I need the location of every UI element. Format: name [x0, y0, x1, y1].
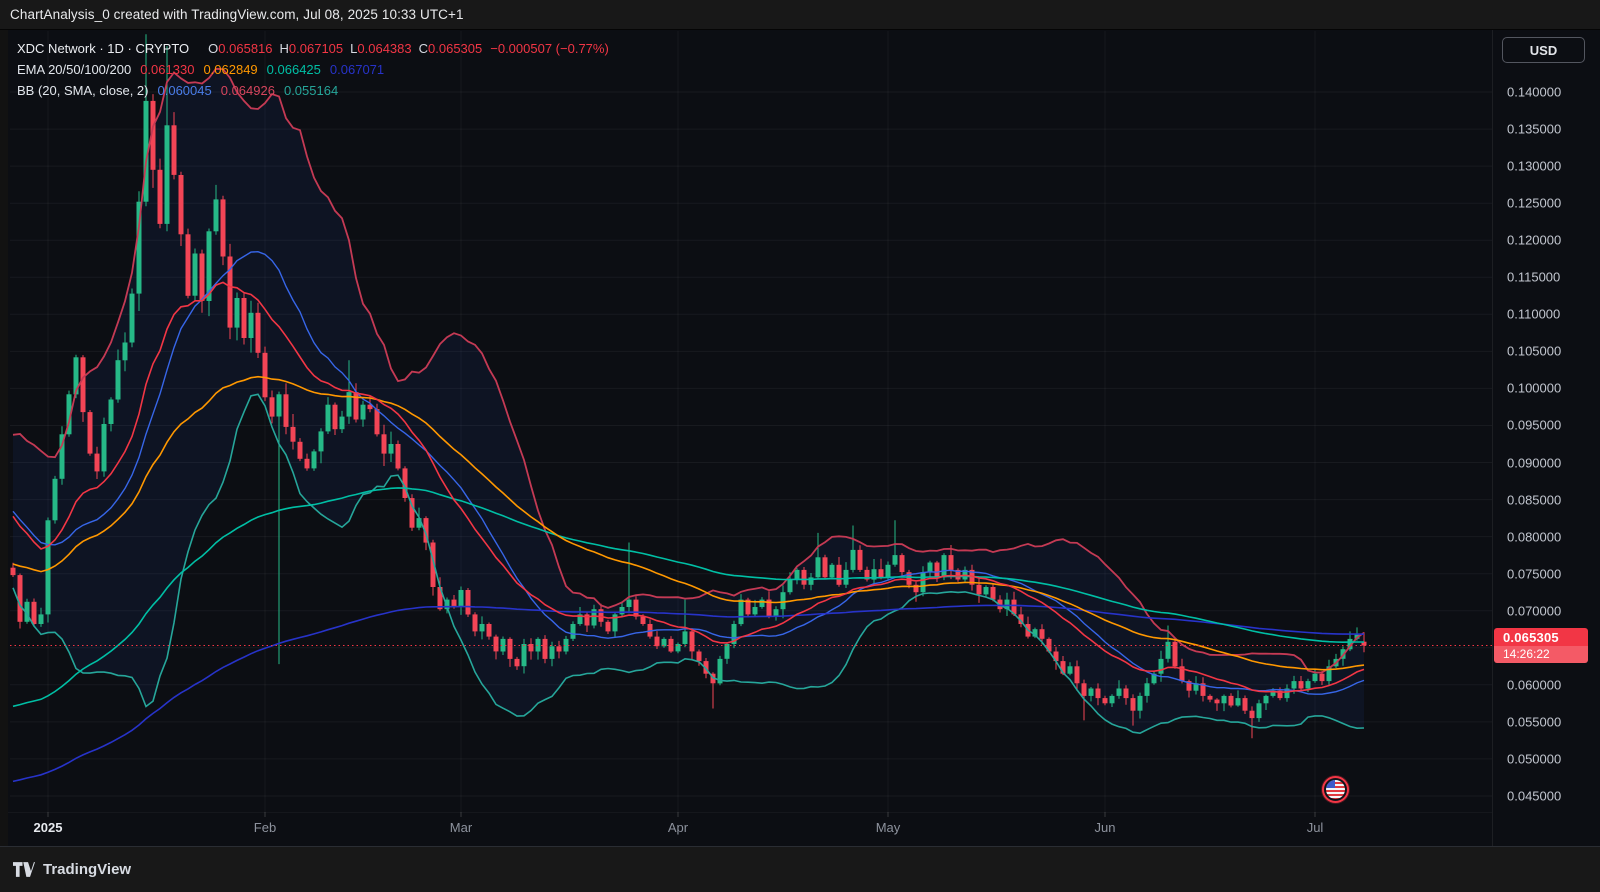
price-axis[interactable]: USD 0.140000 0.135000 0.130000 0.125000 0.12…: [1492, 30, 1600, 846]
time-axis-label: Mar: [431, 820, 491, 835]
open-label: O: [208, 41, 218, 56]
legend-panel: XDC Network · 1D · CRYPTOO0.065816H0.067…: [17, 38, 609, 101]
price-tick-label: 0.110000: [1507, 307, 1560, 322]
low-value: 0.064383: [357, 41, 411, 56]
us-flag-canton: [1326, 780, 1335, 788]
price-tick-label: 0.115000: [1507, 270, 1560, 285]
bb-value: 0.064926: [221, 83, 275, 98]
ema-indicator-label: EMA 20/50/100/200: [17, 62, 131, 77]
price-tick-label: 0.060000: [1507, 677, 1561, 692]
ema-value: 0.066425: [267, 62, 321, 77]
price-tick-label: 0.100000: [1507, 381, 1561, 396]
tradingview-logo-icon[interactable]: [13, 862, 35, 877]
plot-area: [10, 31, 1492, 812]
time-axis-label: 2025: [18, 820, 78, 835]
price-tick-label: 0.095000: [1507, 418, 1561, 433]
bb-indicator-label: BB (20, SMA, close, 2): [17, 83, 149, 98]
time-axis-label: Jun: [1075, 820, 1135, 835]
window-title-bar: ChartAnalysis_0 created with TradingView…: [0, 0, 1600, 30]
price-tick-label: 0.045000: [1507, 788, 1561, 803]
window-title: ChartAnalysis_0 created with TradingView…: [10, 7, 464, 22]
open-value: 0.065816: [218, 41, 272, 56]
time-axis-label: Feb: [235, 820, 295, 835]
time-axis-label: Apr: [648, 820, 708, 835]
close-label: C: [419, 41, 428, 56]
price-tick-label: 0.120000: [1507, 233, 1561, 248]
bb-value: 0.055164: [284, 83, 338, 98]
bar-countdown: 14:26:22: [1494, 646, 1588, 663]
bb-value: 0.060045: [158, 83, 212, 98]
price-tick-label: 0.055000: [1507, 714, 1561, 729]
price-tick-label: 0.140000: [1507, 85, 1561, 100]
bollinger-band-fill: [13, 69, 1364, 733]
price-tick-label: 0.125000: [1507, 196, 1561, 211]
price-tick-label: 0.070000: [1507, 603, 1561, 618]
price-tick-label: 0.135000: [1507, 122, 1561, 137]
time-axis-label: Jul: [1285, 820, 1345, 835]
tradingview-brand[interactable]: TradingView: [43, 861, 131, 878]
high-label: H: [280, 41, 289, 56]
footer-bar: TradingView: [0, 846, 1600, 892]
time-axis-label: May: [858, 820, 918, 835]
legend-bb-row[interactable]: BB (20, SMA, close, 2) 0.060045 0.064926 0.…: [17, 80, 609, 101]
ema-value: 0.062849: [203, 62, 257, 77]
time-axis[interactable]: 2025 Feb Mar Apr May Jun Jul: [8, 812, 1492, 846]
currency-toggle-button[interactable]: USD: [1502, 37, 1585, 63]
price-tick-label: 0.050000: [1507, 751, 1561, 766]
close-value: 0.065305: [428, 41, 482, 56]
high-value: 0.067105: [289, 41, 343, 56]
price-tick-label: 0.130000: [1507, 159, 1561, 174]
ema-value: 0.067071: [330, 62, 384, 77]
change-value: −0.000507 (−0.77%): [490, 41, 609, 56]
last-price-label: 0.065305 14:26:22: [1494, 628, 1588, 663]
ema-value: 0.061330: [140, 62, 194, 77]
price-tick-label: 0.085000: [1507, 492, 1561, 507]
price-tick-label: 0.075000: [1507, 566, 1561, 581]
us-flag-icon[interactable]: [1322, 776, 1349, 803]
last-price-value: 0.065305: [1494, 628, 1588, 646]
chart-canvas[interactable]: [0, 0, 1600, 892]
price-tick-label: 0.105000: [1507, 344, 1561, 359]
us-flag-stripes: [1326, 780, 1345, 799]
legend-ema-row[interactable]: EMA 20/50/100/200 0.061330 0.062849 0.06642…: [17, 59, 609, 80]
symbol-title: XDC Network · 1D · CRYPTO: [17, 41, 189, 56]
price-tick-label: 0.090000: [1507, 455, 1561, 470]
price-tick-label: 0.080000: [1507, 529, 1561, 544]
legend-symbol-row[interactable]: XDC Network · 1D · CRYPTO O0.065816 H0.067…: [17, 38, 609, 59]
